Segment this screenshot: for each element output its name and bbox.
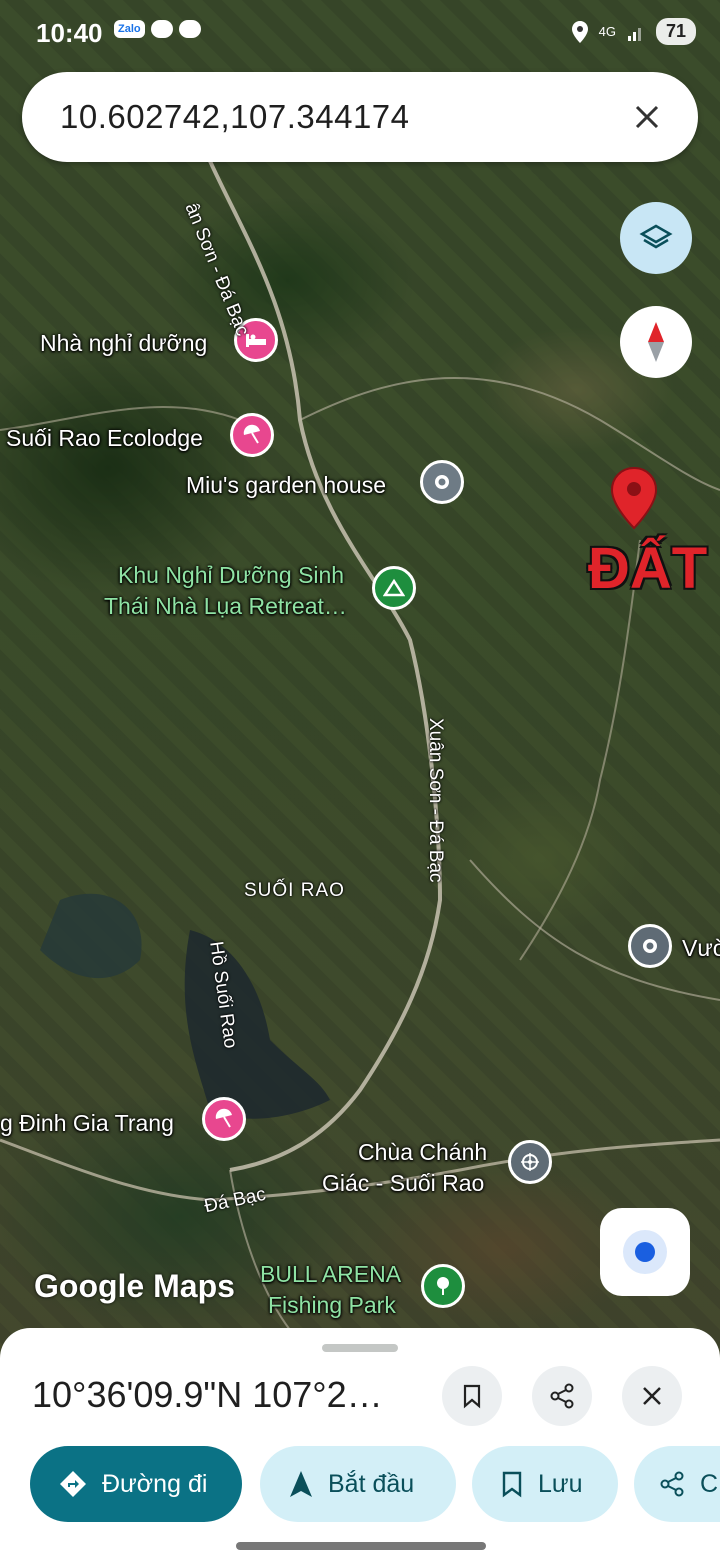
gesture-bar[interactable] — [236, 1542, 486, 1550]
layers-icon — [639, 224, 673, 249]
area-label-suoi-rao: SUỐI RAO — [244, 880, 345, 901]
network-type: 4G — [598, 24, 616, 39]
temple-icon[interactable] — [508, 1140, 552, 1184]
navigation-arrow-icon — [290, 1471, 312, 1497]
place-label-bull-arena[interactable]: BULL ARENA — [260, 1261, 401, 1288]
search-input[interactable]: 10.602742,107.344174 — [60, 98, 410, 136]
share-icon — [660, 1471, 684, 1497]
share-button[interactable] — [532, 1366, 592, 1426]
place-label-mius-garden-house[interactable]: Miu's garden house — [186, 472, 386, 499]
google-maps-logo: Google Maps — [34, 1268, 235, 1304]
share-icon — [550, 1383, 574, 1409]
close-sheet-button[interactable] — [622, 1366, 682, 1426]
notification-icons: Zalo — [114, 20, 201, 38]
camping-icon[interactable] — [372, 566, 416, 610]
place-label-suoi-rao-ecolodge[interactable]: Suối Rao Ecolodge — [6, 425, 203, 452]
directions-label: Đường đi — [102, 1469, 208, 1498]
place-label-vuon[interactable]: Vườ — [682, 935, 720, 962]
system-indicators: 4G 71 — [571, 18, 696, 45]
directions-button[interactable]: Đường đi — [30, 1446, 242, 1522]
compass-icon — [648, 322, 664, 362]
place-label-khu-nghi-duong[interactable]: Khu Nghỉ Dưỡng Sinh — [118, 562, 344, 589]
signal-icon — [627, 27, 641, 41]
map-features — [0, 149, 720, 1331]
zalo-icon: Zalo — [114, 20, 145, 38]
beach-icon[interactable] — [202, 1097, 246, 1141]
close-icon — [635, 105, 659, 129]
map-canvas[interactable]: Nhà nghỉ dưỡng Suối Rao Ecolodge Miu's g… — [0, 0, 720, 1560]
bookmark-icon — [502, 1471, 522, 1498]
beach-icon[interactable] — [230, 413, 274, 457]
place-icon[interactable] — [628, 924, 672, 968]
directions-icon — [60, 1471, 86, 1497]
bookmark-button[interactable] — [442, 1366, 502, 1426]
road-label-xuan-son-da-bac: Xuân Sơn - Đá Bạc — [425, 718, 446, 883]
lake-west — [40, 893, 142, 979]
battery-indicator: 71 — [655, 18, 696, 45]
close-icon — [643, 1387, 661, 1405]
dropped-pin-icon[interactable] — [610, 466, 658, 535]
save-button[interactable]: Lưu — [472, 1446, 618, 1522]
my-location-icon — [623, 1230, 667, 1274]
place-label-chua-chanh[interactable]: Chùa Chánh — [358, 1139, 487, 1166]
park-icon[interactable] — [421, 1264, 465, 1308]
place-label-nha-nghi-duong[interactable]: Nhà nghỉ dưỡng — [40, 330, 207, 357]
compass-button[interactable] — [620, 306, 692, 378]
layers-button[interactable] — [620, 202, 692, 274]
place-label-fishing-park[interactable]: Fishing Park — [268, 1292, 396, 1319]
status-bar: 10:40 Zalo 4G 71 — [0, 0, 720, 64]
sheet-drag-handle[interactable] — [322, 1344, 398, 1352]
chat-bubble-icon — [150, 20, 173, 38]
message-icon — [178, 20, 201, 38]
start-button[interactable]: Bắt đầu — [260, 1446, 456, 1522]
place-label-nha-lua-retreat[interactable]: Thái Nhà Lụa Retreat… — [104, 593, 347, 620]
annotation-dat: ĐẤT — [588, 536, 708, 601]
share-chip-button[interactable]: C — [634, 1446, 720, 1522]
place-icon[interactable] — [420, 460, 464, 504]
share-chip-label: C — [700, 1469, 719, 1498]
place-label-giac-suoi-rao[interactable]: Giác - Suối Rao — [322, 1170, 484, 1197]
location-icon — [571, 20, 588, 43]
place-bottom-sheet[interactable]: 10°36'09.9"N 107°2… Đường đi Bắt đầu Lưu… — [0, 1328, 720, 1560]
status-time: 10:40 — [36, 18, 103, 48]
road-right-vertical — [519, 539, 641, 961]
road-east — [469, 859, 720, 1001]
coordinates-title: 10°36'09.9"N 107°2… — [32, 1374, 383, 1415]
search-bar[interactable]: 10.602742,107.344174 — [22, 72, 698, 162]
clear-search-button[interactable] — [620, 90, 674, 144]
save-label: Lưu — [538, 1469, 583, 1498]
place-label-dinh-gia-trang[interactable]: g Đinh Gia Trang — [0, 1110, 174, 1137]
start-label: Bắt đầu — [328, 1469, 415, 1498]
my-location-button[interactable] — [600, 1208, 690, 1296]
bookmark-icon — [463, 1384, 481, 1409]
